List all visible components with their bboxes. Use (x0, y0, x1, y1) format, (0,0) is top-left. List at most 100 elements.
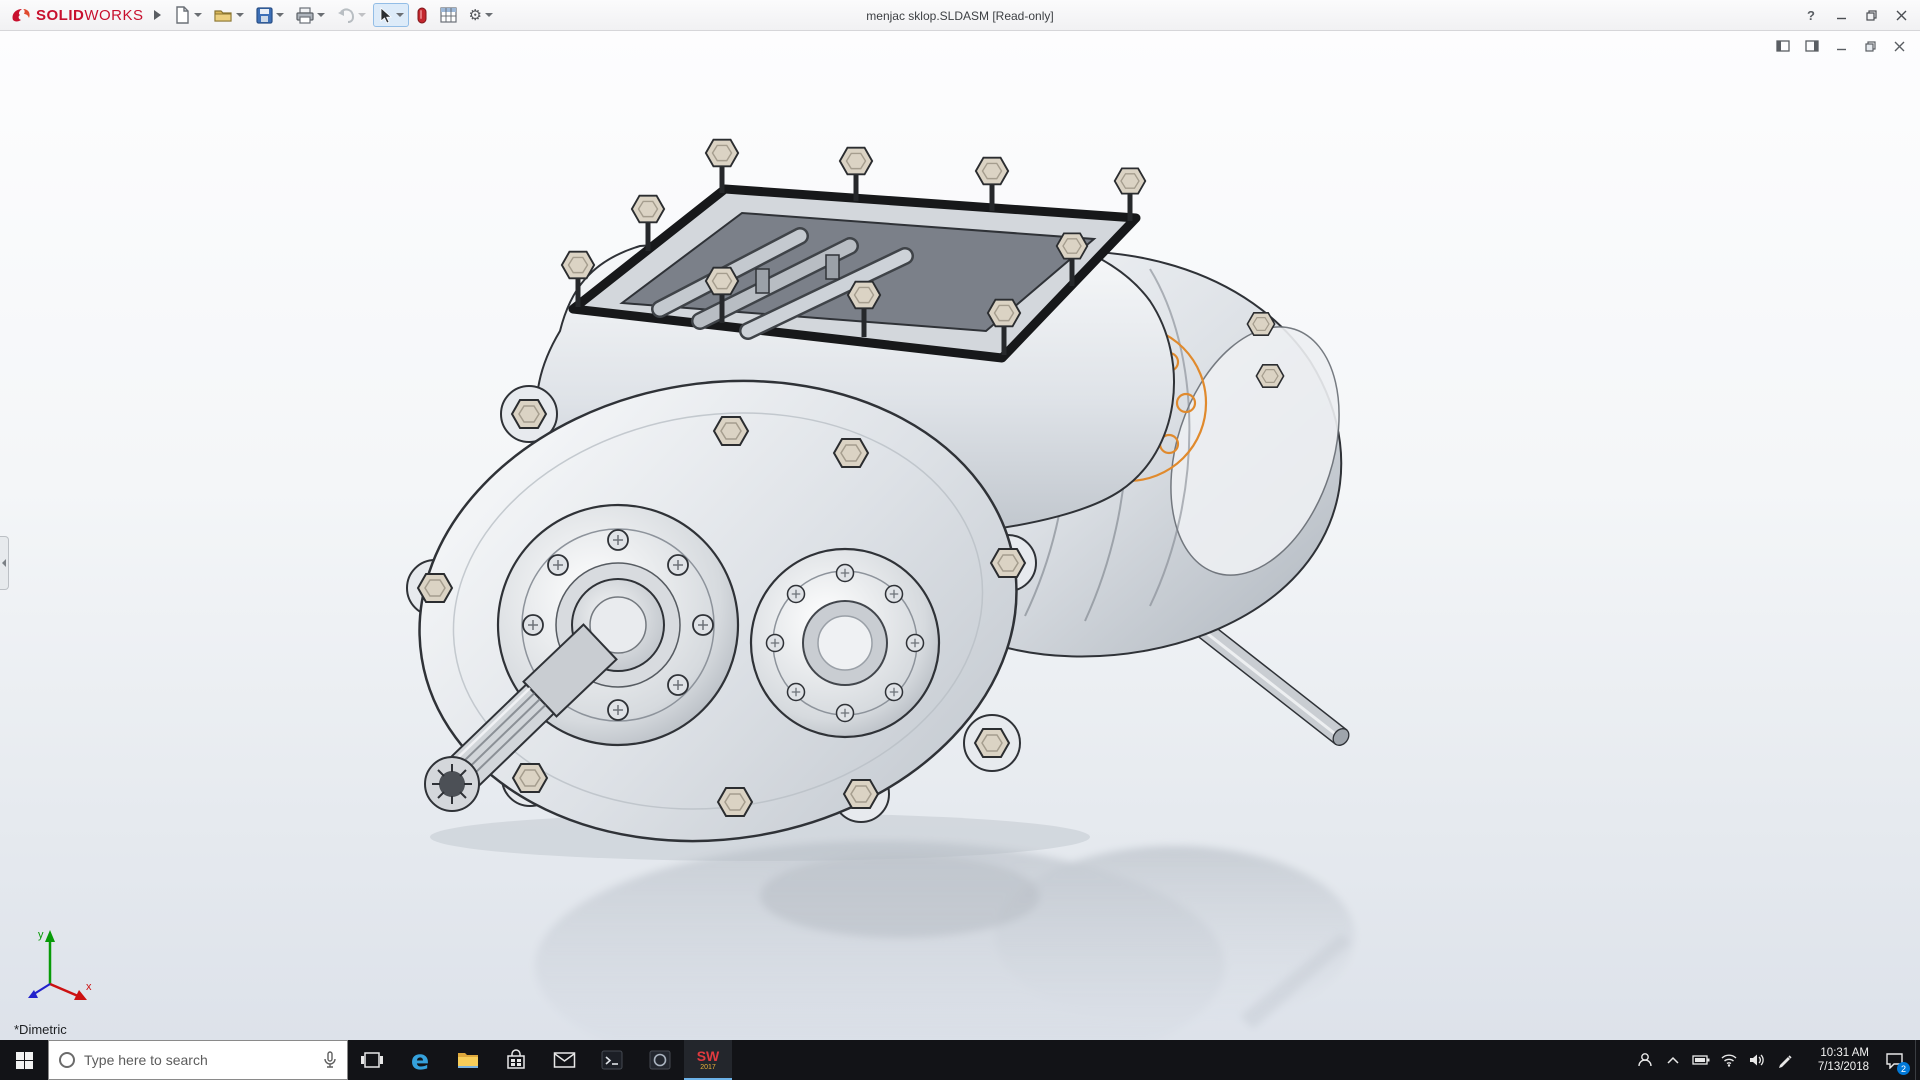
gearbox-assembly-model[interactable] (0, 31, 1920, 1040)
doc-close-button[interactable] (1888, 37, 1910, 55)
file-explorer-icon (458, 1053, 478, 1068)
z-axis-arrow (33, 983, 51, 995)
appearance-button[interactable] (411, 3, 433, 27)
featuremanager-collapse-handle[interactable] (0, 536, 9, 590)
system-tray: 10:31 AM 7/13/2018 2 (1631, 1040, 1920, 1080)
command-prompt-icon (601, 1050, 623, 1070)
taskbar-app-command-prompt[interactable] (588, 1040, 636, 1080)
mail-icon (553, 1052, 575, 1068)
menu-flyout-icon[interactable] (153, 10, 161, 20)
close-icon (1894, 41, 1904, 51)
taskbar-app-solidworks[interactable]: SW 2017 (684, 1040, 732, 1080)
orientation-triad: y x (28, 929, 92, 1000)
ink-workspace-button[interactable] (1771, 1040, 1799, 1080)
undo-icon (337, 8, 354, 23)
dropdown-arrow-icon[interactable] (316, 13, 325, 17)
close-button[interactable] (1886, 0, 1916, 30)
taskbar-app-photos[interactable] (636, 1040, 684, 1080)
dropdown-arrow-icon[interactable] (275, 13, 284, 17)
close-icon (1896, 10, 1906, 20)
taskbar-app-mail[interactable] (540, 1040, 588, 1080)
clock-time: 10:31 AM (1820, 1047, 1869, 1059)
taskbar-clock[interactable]: 10:31 AM 7/13/2018 (1799, 1040, 1873, 1080)
save-button[interactable] (251, 3, 289, 27)
solidworks-2017-icon: SW 2017 (696, 1048, 720, 1071)
minimize-icon (1836, 48, 1846, 50)
restore-icon (1864, 40, 1876, 52)
windows-taskbar: Type here to search e SW 2017 10:31 AM 7… (0, 1040, 1920, 1080)
restore-icon (1865, 9, 1877, 21)
help-button[interactable]: ? (1796, 0, 1826, 30)
people-icon (1638, 1053, 1652, 1067)
pen-icon (1779, 1055, 1792, 1068)
window-title: menjac sklop.SLDASM [Read-only] (866, 8, 1054, 23)
edge-icon: e (410, 1044, 430, 1076)
open-folder-icon (213, 10, 232, 22)
select-tool-button[interactable] (372, 3, 409, 27)
dropdown-arrow-icon[interactable] (357, 13, 366, 17)
show-desktop-button[interactable] (1915, 1040, 1920, 1080)
titlebar: SOLIDWORKS ⚙ menjac sklop.SLDASM [Read-o… (0, 0, 1920, 31)
graphics-viewport[interactable]: y x *Dimetric (0, 31, 1920, 1040)
caption-buttons: ? (1796, 0, 1916, 30)
start-button[interactable] (0, 1040, 48, 1080)
dropdown-arrow-icon[interactable] (395, 13, 404, 17)
new-document-button[interactable] (169, 3, 207, 27)
wifi-icon (1721, 1054, 1737, 1067)
model-reflection (535, 841, 1355, 1040)
table-icon (439, 7, 457, 23)
secondary-flange[interactable] (749, 547, 941, 739)
solidworks-logo: SOLIDWORKS (4, 5, 150, 25)
pane-toggle-left-button[interactable] (1772, 37, 1794, 55)
pane-left-icon (1776, 40, 1790, 52)
windows-logo-icon (15, 1051, 33, 1069)
document-window-controls (1772, 37, 1910, 55)
tray-overflow-button[interactable] (1659, 1040, 1687, 1080)
battery-icon (1692, 1055, 1710, 1065)
undo-button[interactable] (332, 3, 371, 27)
taskbar-app-edge[interactable]: e (396, 1040, 444, 1080)
taskbar-app-store[interactable] (492, 1040, 540, 1080)
task-view-icon (361, 1052, 383, 1068)
gear-icon: ⚙ (468, 5, 482, 24)
open-button[interactable] (209, 3, 249, 27)
people-button[interactable] (1631, 1040, 1659, 1080)
clock-date: 7/13/2018 (1817, 1061, 1869, 1073)
volume-button[interactable] (1743, 1040, 1771, 1080)
dropdown-arrow-icon[interactable] (484, 13, 493, 17)
minimize-button[interactable] (1826, 0, 1856, 30)
restore-button[interactable] (1856, 0, 1886, 30)
pane-toggle-right-button[interactable] (1801, 37, 1823, 55)
x-axis-label: x (86, 981, 92, 993)
store-icon (507, 1049, 525, 1069)
quick-toolbar: ⚙ (169, 3, 498, 27)
notification-badge: 2 (1897, 1062, 1910, 1075)
network-button[interactable] (1715, 1040, 1743, 1080)
y-axis-arrow (45, 930, 55, 942)
view-orientation-label: *Dimetric (14, 1022, 67, 1037)
doc-minimize-button[interactable] (1830, 37, 1852, 55)
dropdown-arrow-icon[interactable] (193, 13, 202, 17)
microphone-icon[interactable] (323, 1051, 337, 1069)
search-placeholder: Type here to search (84, 1052, 208, 1068)
photos-icon (649, 1050, 671, 1070)
new-document-icon (175, 6, 189, 24)
taskbar-search-input[interactable]: Type here to search (48, 1040, 348, 1080)
print-button[interactable] (291, 3, 330, 27)
doc-restore-button[interactable] (1859, 37, 1881, 55)
y-axis-label: y (38, 929, 44, 941)
options-button[interactable]: ⚙ (464, 3, 498, 27)
brand-name: SOLIDWORKS (36, 6, 144, 24)
save-icon (255, 6, 273, 24)
taskbar-app-file-explorer[interactable] (444, 1040, 492, 1080)
action-center-button[interactable]: 2 (1873, 1040, 1915, 1080)
task-view-button[interactable] (348, 1040, 396, 1080)
select-cursor-icon (380, 6, 392, 24)
battery-button[interactable] (1687, 1040, 1715, 1080)
evaluate-button[interactable] (435, 3, 462, 27)
minimize-icon (1836, 17, 1846, 19)
print-icon (295, 6, 314, 24)
pane-right-icon (1805, 40, 1819, 52)
volume-icon (1749, 1054, 1764, 1066)
dropdown-arrow-icon[interactable] (235, 13, 244, 17)
